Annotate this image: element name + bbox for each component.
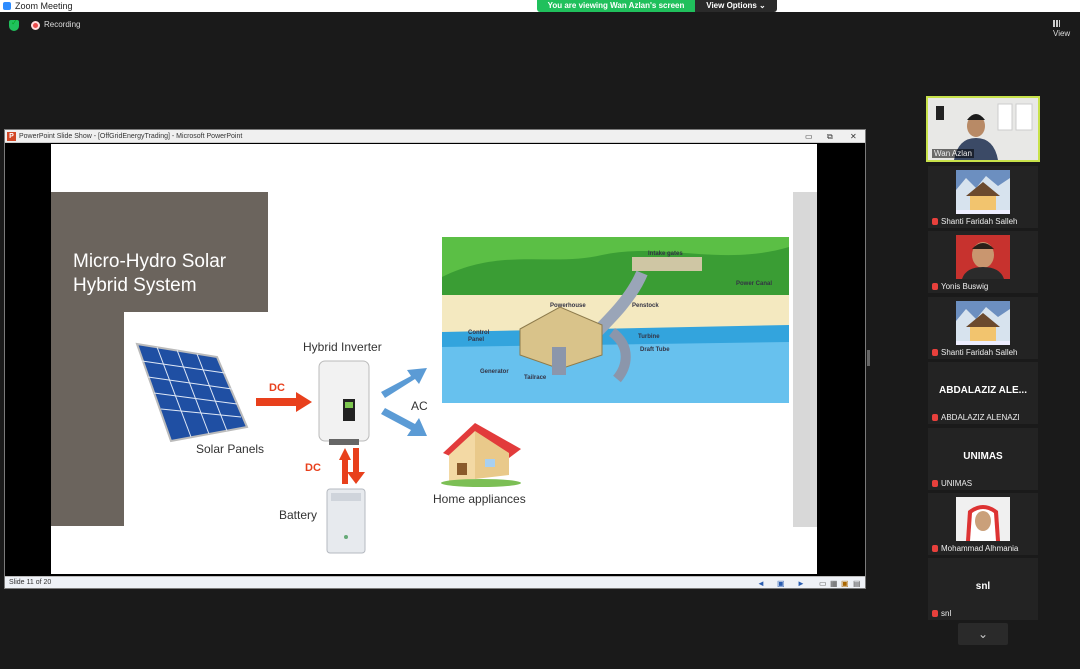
participant-tile-active[interactable]: Wan Azlan	[926, 96, 1040, 162]
powerpoint-window: P PowerPoint Slide Show - [OffGridEnergy…	[4, 129, 866, 589]
slide-title-line1: Micro-Hydro Solar	[73, 251, 227, 272]
participant-name-text: Yonis Buswig	[941, 282, 989, 291]
micro-hydro-diagram: Intake gates Power Canal Powerhouse Pens…	[442, 237, 789, 403]
zoom-logo-icon	[3, 2, 11, 10]
recording-label[interactable]: Recording	[44, 20, 80, 29]
muted-mic-icon	[932, 610, 938, 617]
encryption-shield-icon[interactable]	[9, 18, 19, 31]
inverter-image	[318, 360, 370, 445]
view-label: View	[1053, 29, 1071, 38]
participant-tile[interactable]: ABDALAZIZ ALE... ABDALAZIZ ALENAZI	[928, 362, 1038, 424]
ac-arrow-up	[381, 368, 427, 398]
recording-icon	[31, 21, 40, 30]
slide: Micro-Hydro Solar Hybrid System Solar Pa…	[51, 144, 817, 574]
participant-display-name: snl	[975, 581, 991, 592]
participant-portrait-photo	[956, 497, 1010, 541]
powerpoint-statusbar: Slide 11 of 20 ◄ ▣ ► ▭ ▦ ▣ ▤	[5, 576, 865, 588]
sorter-view-icon[interactable]: ▦	[830, 578, 838, 590]
dc-arrow-right	[256, 392, 312, 412]
slide-counter: Slide 11 of 20	[9, 579, 52, 586]
dc-label-2: DC	[305, 462, 321, 474]
powerpoint-titlebar: P PowerPoint Slide Show - [OffGridEnergy…	[5, 130, 865, 143]
participant-cabin-photo	[956, 170, 1010, 214]
powerpoint-icon: P	[7, 132, 16, 141]
participant-name: snl	[932, 609, 951, 618]
reading-view-icon[interactable]: ▣	[841, 578, 849, 590]
meeting-topbar: Recording View	[0, 12, 1080, 40]
muted-mic-icon	[932, 283, 938, 290]
close-icon[interactable]: ✕	[850, 130, 857, 143]
house-image	[441, 423, 521, 487]
muted-mic-icon	[932, 349, 938, 356]
participant-name: UNIMAS	[932, 479, 972, 488]
participant-name: Wan Azlan	[932, 149, 974, 158]
split-handle[interactable]	[867, 350, 870, 366]
normal-view-icon[interactable]: ▭	[819, 578, 827, 590]
participant-tile[interactable]: Shanti Faridah Salleh	[928, 166, 1038, 228]
participant-name-text: Shanti Faridah Salleh	[941, 217, 1018, 226]
hydro-label-tailrace: Tailrace	[524, 375, 547, 381]
restore-icon[interactable]: ⧉	[827, 130, 833, 143]
participant-display-name: UNIMAS	[963, 451, 1003, 462]
muted-mic-icon	[932, 218, 938, 225]
hydro-label-control: Control	[468, 330, 490, 336]
participant-portrait-photo	[956, 235, 1010, 279]
grid-icon	[1053, 20, 1060, 27]
participant-name-text: Shanti Faridah Salleh	[941, 348, 1018, 357]
hydro-label-powerhouse: Powerhouse	[550, 303, 586, 309]
muted-mic-icon	[932, 480, 938, 487]
battery-label: Battery	[279, 508, 318, 522]
hydro-label-generator: Generator	[480, 369, 509, 375]
participant-cabin-photo	[956, 301, 1010, 345]
hydro-label-draft-tube: Draft Tube	[640, 347, 670, 353]
slide-side-bar	[793, 192, 817, 527]
prev-slide-icon[interactable]: ◄	[757, 578, 765, 590]
participant-name-text: ABDALAZIZ ALENAZI	[941, 413, 1020, 422]
slide-menu-icon[interactable]: ▣	[777, 578, 785, 590]
scroll-down-chevron-icon[interactable]: ⌄	[958, 623, 1008, 645]
participant-tile[interactable]: Yonis Buswig	[928, 231, 1038, 293]
minimize-icon[interactable]: ▭	[805, 130, 813, 143]
hydro-label-penstock: Penstock	[632, 303, 659, 309]
muted-mic-icon	[932, 545, 938, 552]
participant-name-text: UNIMAS	[941, 479, 973, 488]
battery-image	[326, 488, 366, 554]
hydro-label-turbine: Turbine	[638, 334, 660, 340]
participant-tile[interactable]: Shanti Faridah Salleh	[928, 297, 1038, 359]
hydro-label-canal: Power Canal	[736, 281, 772, 287]
hydro-label-intake: Intake gates	[648, 251, 683, 257]
participant-name: Mohammad Alhmania	[932, 544, 1018, 553]
home-appliances-label: Home appliances	[433, 492, 526, 506]
hybrid-inverter-label: Hybrid Inverter	[303, 340, 382, 354]
participant-name: Shanti Faridah Salleh	[932, 217, 1018, 226]
slide-title: Micro-Hydro Solar Hybrid System	[73, 250, 263, 298]
window-title: Zoom Meeting	[15, 1, 73, 11]
participant-name: Shanti Faridah Salleh	[932, 348, 1018, 357]
powerpoint-title: PowerPoint Slide Show - [OffGridEnergyTr…	[19, 133, 243, 140]
solar-panels-label: Solar Panels	[196, 442, 265, 456]
solar-panel-image	[135, 342, 249, 443]
title-box-stem	[51, 312, 124, 526]
participant-name: ABDALAZIZ ALENAZI	[932, 413, 1020, 422]
participant-name-text: snl	[941, 609, 952, 618]
participant-name: Yonis Buswig	[932, 282, 988, 291]
hydro-label-panel: Panel	[468, 337, 484, 343]
view-options-button[interactable]: View Options ⌄	[695, 0, 777, 12]
ac-arrow-down	[381, 408, 427, 436]
muted-mic-icon	[932, 414, 938, 421]
participant-tile[interactable]: UNIMAS UNIMAS	[928, 428, 1038, 490]
participant-tile[interactable]: Mohammad Alhmania	[928, 493, 1038, 555]
next-slide-icon[interactable]: ►	[797, 578, 805, 590]
participant-tile[interactable]: snl snl	[928, 558, 1038, 620]
dc-arrows-vertical	[339, 448, 365, 484]
slide-title-line2: Hybrid System	[73, 275, 197, 296]
view-button[interactable]: View	[1053, 20, 1080, 38]
participant-name-text: Mohammad Alhmania	[941, 544, 1019, 553]
viewing-banner: You are viewing Wan Azlan's screen	[537, 0, 695, 12]
slideshow-view-icon[interactable]: ▤	[853, 578, 861, 590]
participant-display-name: ABDALAZIZ ALE...	[939, 385, 1027, 396]
